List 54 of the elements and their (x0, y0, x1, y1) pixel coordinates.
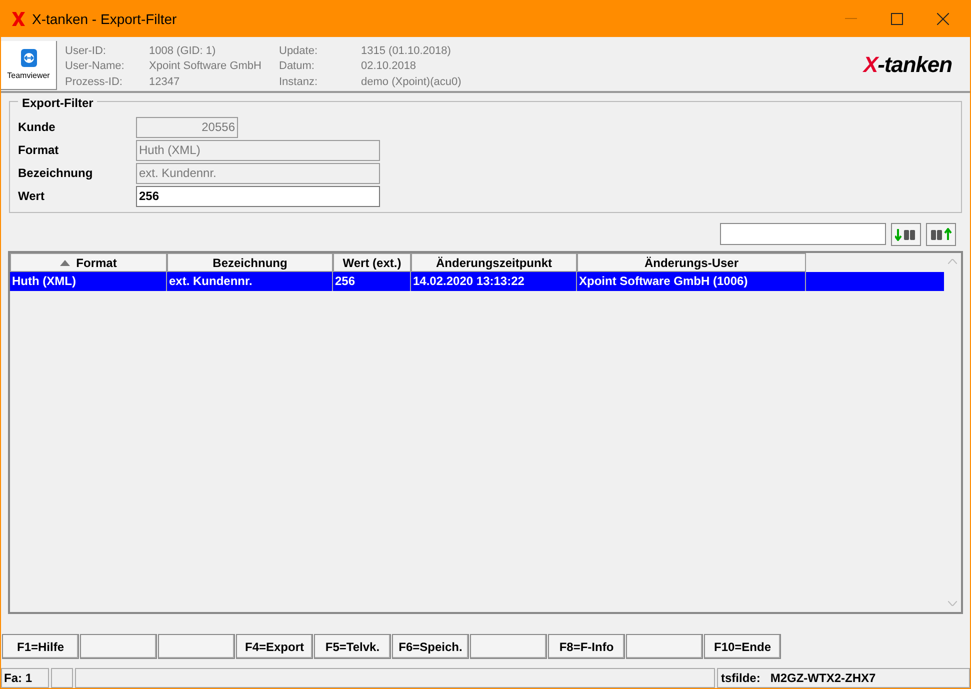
info-label: User-Name: (65, 60, 126, 74)
info-label: Update: (279, 45, 319, 59)
function-key-button[interactable]: F4=Export (236, 634, 313, 659)
info-value: 1008 (GID: 1) (149, 45, 217, 59)
binoculars-down-icon (895, 228, 917, 240)
info-label: User-ID: (65, 45, 107, 59)
table-row[interactable]: Huth (XML) ext. Kundennr. 256 14.02.2020 13:13:22 Xpoint Software GmbH (1006) (10, 272, 944, 291)
input-field[interactable]: 256 (136, 186, 380, 206)
teamviewer-button[interactable]: Teamviewer (1, 41, 57, 90)
table-cell: Huth (XML) (10, 272, 167, 291)
field-label: Format (18, 142, 60, 159)
info-value: 02.10.2018 (361, 60, 418, 74)
column-header[interactable]: Änderungszeitpunkt (411, 253, 577, 272)
scroll-up-icon[interactable] (948, 259, 957, 264)
column-header[interactable]: Änderungs-User (577, 253, 806, 272)
field-label: Kunde (18, 119, 56, 136)
status-text: Fa: 1 (1, 668, 49, 688)
search-down-button[interactable] (891, 222, 921, 246)
function-key-button[interactable]: F10=Ende (704, 634, 781, 659)
window-title: X-tanken - Export-Filter (32, 10, 177, 29)
column-header[interactable]: Format (10, 253, 167, 272)
field-label: Wert (18, 188, 46, 205)
function-key-button[interactable]: F1=Hilfe (2, 634, 79, 659)
function-key-button[interactable]: F8=F-Info (548, 634, 625, 659)
close-icon[interactable] (937, 13, 949, 25)
table-cell: 256 (333, 272, 411, 291)
info-label: Instanz: (279, 76, 319, 90)
info-value: 12347 (149, 76, 181, 90)
info-label: Datum: (279, 60, 316, 74)
table-cell: Xpoint Software GmbH (1006) (577, 272, 806, 291)
x-tanken-logo: X-tanken (863, 50, 952, 78)
function-key-button[interactable]: F5=Telvk. (314, 634, 391, 659)
status-panel (51, 668, 73, 688)
function-key-button[interactable]: F6=Speich. (392, 634, 469, 659)
teamviewer-icon (20, 48, 38, 68)
binoculars-up-icon (930, 228, 952, 240)
app-logo-icon (11, 11, 26, 27)
column-header[interactable]: Bezeichnung (167, 253, 333, 272)
table-cell: ext. Kundennr. (167, 272, 333, 291)
status-label: tsfilde: (721, 670, 760, 687)
field-label: Bezeichnung (18, 165, 94, 182)
scroll-down-icon[interactable] (948, 601, 957, 606)
info-value: demo (Xpoint)(acu0) (361, 76, 462, 90)
info-label: Prozess-ID: (65, 76, 124, 90)
column-header[interactable]: Wert (ext.) (333, 253, 411, 272)
sort-ascending-icon (60, 260, 70, 266)
search-field[interactable] (720, 223, 886, 245)
info-value: 1315 (01.10.2018) (361, 45, 452, 59)
status-value: M2GZ-WTX2-ZHX7 (770, 670, 876, 687)
minimize-icon[interactable] (845, 18, 857, 20)
table-cell: 14.02.2020 13:13:22 (411, 272, 577, 291)
search-up-button[interactable] (926, 222, 956, 246)
info-value: Xpoint Software GmbH (149, 60, 262, 74)
maximize-icon[interactable] (891, 13, 903, 25)
